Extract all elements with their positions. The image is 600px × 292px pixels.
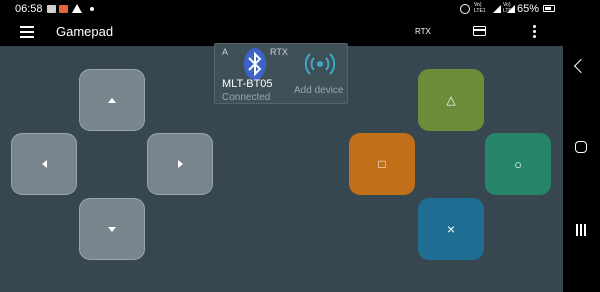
device-status: Connected <box>222 92 271 103</box>
alarm-icon <box>460 4 470 14</box>
mode-right-label: RTX <box>270 47 288 57</box>
arrow-right-icon <box>177 160 183 168</box>
status-time: 06:58 <box>15 3 43 15</box>
triangle-button[interactable]: △ <box>418 69 484 131</box>
dpad-down-button[interactable] <box>79 198 145 260</box>
triangle-icon: △ <box>446 93 456 107</box>
overflow-menu-icon[interactable] <box>533 25 537 39</box>
dpad-left-button[interactable] <box>11 133 77 195</box>
cross-button[interactable]: × <box>418 198 484 260</box>
signal-label-1: Vo) LTE1 <box>474 2 486 14</box>
mode-left-label: A <box>222 47 229 57</box>
card-icon[interactable] <box>473 26 486 36</box>
dpad-up-button[interactable] <box>79 69 145 131</box>
menu-icon[interactable] <box>20 26 34 38</box>
device-name: MLT-BT05 <box>222 78 273 90</box>
battery-icon <box>543 5 555 12</box>
status-bar: 06:58 Vo) LTE1 Vo) LTE2 65% <box>0 0 563 18</box>
gallery-notification-icon <box>47 5 56 13</box>
app-toolbar: Gamepad RTX <box>0 18 563 46</box>
arrow-up-icon <box>108 97 116 103</box>
square-icon: □ <box>378 157 386 171</box>
arrow-down-icon <box>108 226 116 232</box>
connection-panel: A RTX MLT-BT05 Connected Add device <box>214 43 348 104</box>
page-title: Gamepad <box>56 24 114 39</box>
add-device-button[interactable]: Add device <box>294 85 343 96</box>
app-notification-icon <box>59 5 68 13</box>
battery-percentage: 65% <box>517 3 540 15</box>
bluetooth-icon[interactable] <box>243 47 267 81</box>
square-button[interactable]: □ <box>349 133 415 195</box>
rtx-toggle[interactable]: RTX <box>415 27 431 36</box>
signal-strength-icon-1 <box>493 5 501 13</box>
cross-icon: × <box>446 221 456 237</box>
dpad-right-button[interactable] <box>147 133 213 195</box>
dot-icon <box>90 7 94 11</box>
circle-button[interactable]: ○ <box>485 133 551 195</box>
add-device-wireless-icon[interactable] <box>304 48 336 80</box>
warning-icon <box>72 4 82 13</box>
system-navigation-bar <box>563 0 600 292</box>
circle-icon: ○ <box>514 156 522 172</box>
back-icon[interactable] <box>573 58 589 74</box>
home-icon[interactable] <box>575 141 587 153</box>
arrow-left-icon <box>41 160 47 168</box>
recents-icon[interactable] <box>575 224 587 236</box>
signal-strength-icon-2 <box>507 5 515 13</box>
